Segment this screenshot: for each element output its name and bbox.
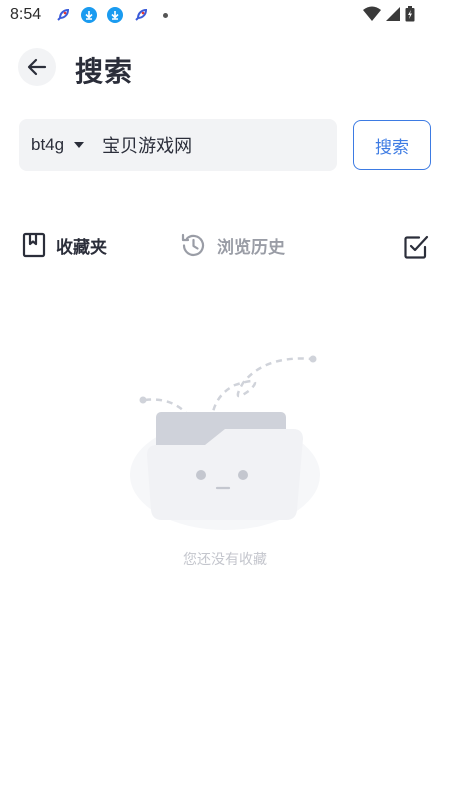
download-icon (107, 7, 123, 23)
tab-history[interactable]: 浏览历史 (180, 232, 285, 259)
checkbox-select-icon[interactable] (403, 234, 429, 260)
back-button[interactable] (18, 48, 56, 86)
status-time: 8:54 (10, 6, 42, 23)
bookmark-book-icon (22, 232, 46, 258)
battery-icon (405, 6, 415, 22)
tab-bar: 收藏夹 浏览历史 (0, 228, 450, 268)
search-box: bt4g (19, 119, 337, 171)
tab-favorites[interactable]: 收藏夹 (22, 232, 107, 258)
search-button[interactable]: 搜索 (353, 120, 431, 170)
notification-icons (55, 7, 168, 23)
empty-message: 您还没有收藏 (183, 552, 267, 568)
wifi-icon (363, 6, 381, 21)
signal-icon (386, 7, 400, 21)
rocket-icon (57, 8, 70, 21)
status-bar: 8:54 (0, 0, 450, 30)
engine-select[interactable]: bt4g (31, 135, 85, 155)
download-icon (81, 7, 97, 23)
rocket-icon (135, 8, 148, 21)
engine-label: bt4g (31, 135, 65, 154)
header: 搜索 (0, 48, 450, 88)
search-input[interactable] (102, 134, 293, 156)
tab-favorites-label: 收藏夹 (56, 237, 107, 258)
page-title: 搜索 (75, 55, 134, 88)
tab-history-label: 浏览历史 (217, 238, 285, 258)
dot-icon (163, 12, 168, 18)
arrow-left-icon (27, 58, 47, 76)
empty-folder-illustration (130, 355, 320, 530)
history-icon (181, 233, 205, 257)
system-icons (363, 6, 415, 22)
caret-down-icon (74, 142, 85, 148)
